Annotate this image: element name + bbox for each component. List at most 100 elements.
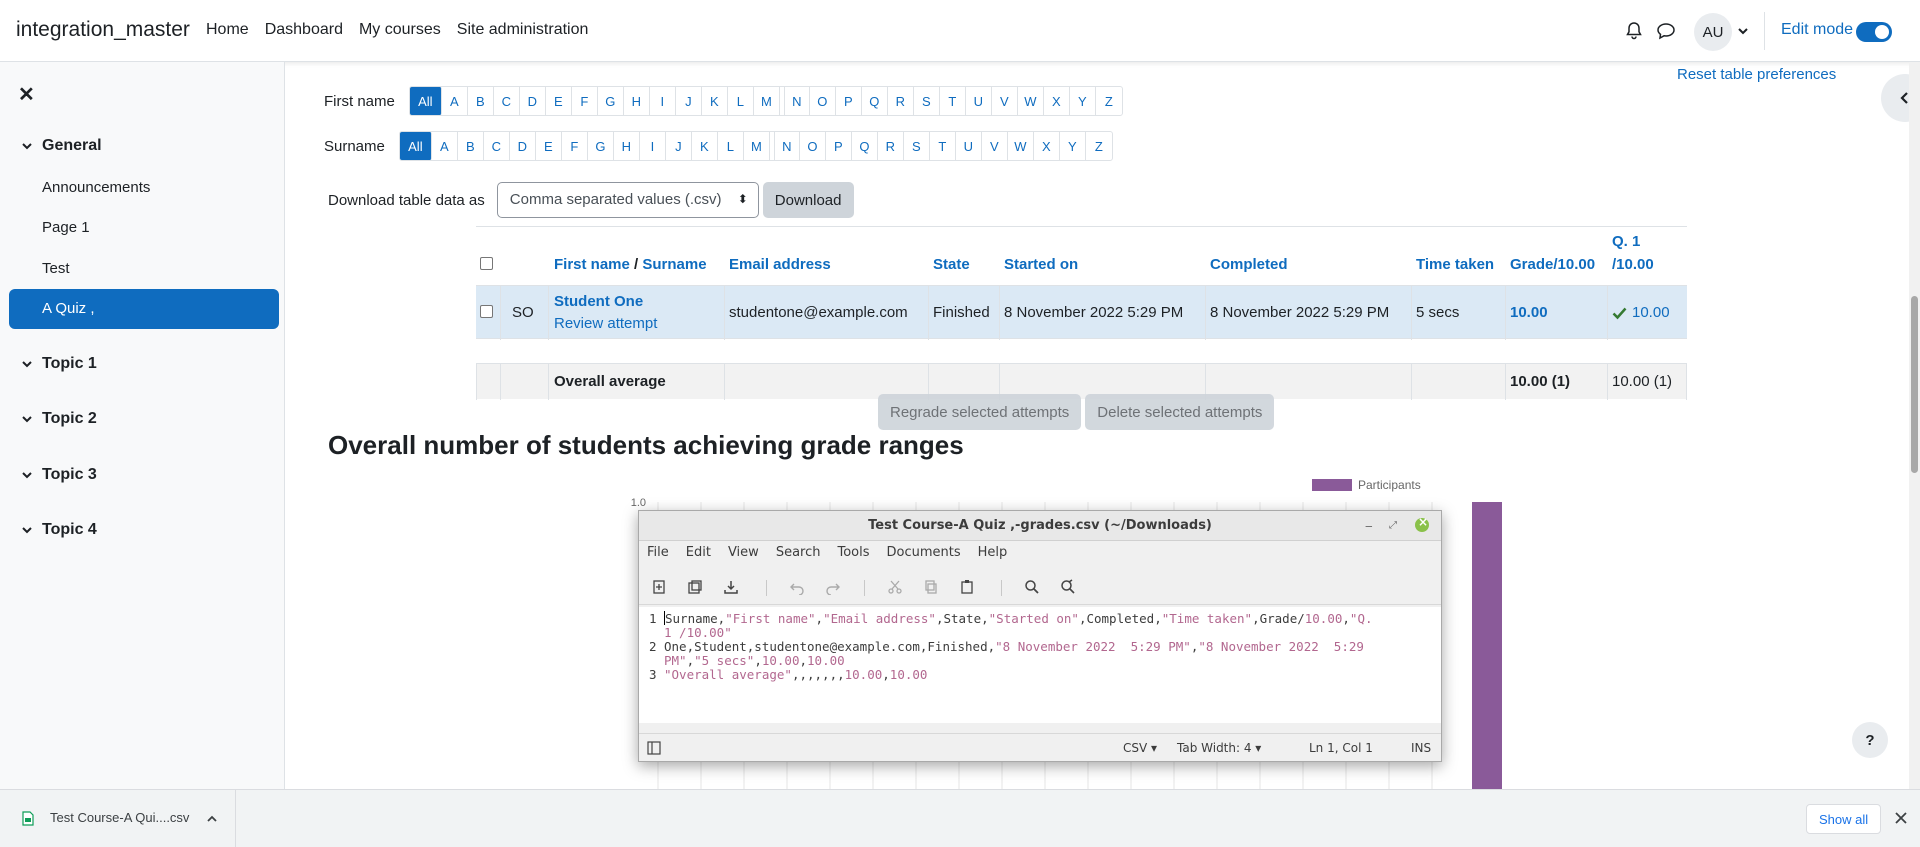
user-avatar[interactable]: AU	[1694, 13, 1732, 51]
language-selector[interactable]: CSV ▾	[1123, 741, 1157, 755]
surname-initial-d[interactable]: D	[510, 132, 536, 160]
delete-selected-button[interactable]: Delete selected attempts	[1085, 394, 1275, 430]
header-email[interactable]: Email address	[729, 256, 831, 273]
redo-icon[interactable]	[825, 579, 841, 595]
section-general[interactable]: General	[20, 137, 102, 155]
minimize-icon[interactable]: ‒	[1365, 519, 1373, 533]
first-name-initial-k[interactable]: K	[702, 87, 728, 115]
section-topic-3[interactable]: Topic 3	[20, 466, 97, 484]
menu-search[interactable]: Search	[776, 545, 821, 560]
editor-text-area[interactable]: 1 Surname,"First name","Email address",S…	[639, 607, 1441, 723]
page-scrollbar[interactable]	[1909, 62, 1920, 789]
first-name-initial-all[interactable]: All	[409, 87, 442, 115]
first-name-initial-x[interactable]: X	[1044, 87, 1070, 115]
first-name-initial-l[interactable]: L	[728, 87, 754, 115]
surname-initial-e[interactable]: E	[536, 132, 562, 160]
drawer-item-test[interactable]: Test	[42, 260, 70, 277]
close-window-icon[interactable]	[1415, 515, 1429, 532]
header-q1-max[interactable]: /10.00	[1612, 256, 1654, 273]
first-name-initial-y[interactable]: Y	[1070, 87, 1096, 115]
surname-initial-w[interactable]: W	[1008, 132, 1034, 160]
surname-initial-y[interactable]: Y	[1060, 132, 1086, 160]
first-name-initial-v[interactable]: V	[992, 87, 1018, 115]
close-drawer-icon[interactable]: ✕	[18, 82, 35, 107]
drawer-item-page-1[interactable]: Page 1	[42, 219, 90, 236]
drawer-item-a-quiz-active[interactable]: A Quiz ,	[9, 289, 279, 329]
surname-initial-a[interactable]: A	[432, 132, 458, 160]
first-name-initial-i[interactable]: I	[650, 87, 676, 115]
download-item[interactable]: Test Course-A Qui....csv	[0, 790, 236, 847]
first-name-initial-d[interactable]: D	[520, 87, 546, 115]
notifications-bell-icon[interactable]	[1624, 21, 1644, 41]
section-topic-1[interactable]: Topic 1	[20, 355, 97, 373]
menu-edit[interactable]: Edit	[686, 545, 711, 560]
tab-width-selector[interactable]: Tab Width: 4 ▾	[1177, 741, 1261, 755]
chevron-down-icon[interactable]	[1736, 24, 1750, 38]
first-name-initial-j[interactable]: J	[676, 87, 702, 115]
menu-documents[interactable]: Documents	[887, 545, 961, 560]
surname-initial-h[interactable]: H	[614, 132, 640, 160]
nav-home[interactable]: Home	[206, 21, 249, 39]
header-state[interactable]: State	[933, 256, 970, 273]
first-name-initial-f[interactable]: F	[572, 87, 598, 115]
menu-help[interactable]: Help	[978, 545, 1008, 560]
first-name-initial-s[interactable]: S	[914, 87, 940, 115]
cut-icon[interactable]	[887, 579, 903, 595]
maximize-icon[interactable]: ⤢	[1389, 520, 1397, 531]
first-name-initial-e[interactable]: E	[546, 87, 572, 115]
section-topic-2[interactable]: Topic 2	[20, 410, 97, 428]
surname-initial-v[interactable]: V	[982, 132, 1008, 160]
first-name-initial-t[interactable]: T	[940, 87, 966, 115]
drawer-item-announcements[interactable]: Announcements	[42, 179, 150, 196]
surname-initial-c[interactable]: C	[484, 132, 510, 160]
messages-icon[interactable]	[1656, 21, 1676, 41]
surname-initial-n[interactable]: N	[773, 132, 800, 160]
undo-icon[interactable]	[789, 579, 805, 595]
reset-table-preferences-link[interactable]: Reset table preferences	[1677, 66, 1836, 83]
surname-initial-o[interactable]: O	[800, 132, 826, 160]
first-name-initial-u[interactable]: U	[966, 87, 992, 115]
surname-initial-m[interactable]: M	[744, 132, 770, 160]
chevron-up-icon[interactable]	[205, 812, 219, 826]
help-button[interactable]: ?	[1852, 722, 1888, 758]
header-time-taken[interactable]: Time taken	[1416, 256, 1494, 273]
menu-tools[interactable]: Tools	[837, 545, 869, 560]
surname-initial-r[interactable]: R	[878, 132, 904, 160]
header-started-on[interactable]: Started on	[1004, 256, 1078, 273]
nav-dashboard[interactable]: Dashboard	[265, 21, 343, 39]
close-icon[interactable]	[1893, 810, 1909, 826]
header-q1[interactable]: Q. 1	[1612, 233, 1640, 250]
find-icon[interactable]	[1024, 579, 1040, 595]
site-name[interactable]: integration_master	[16, 18, 190, 42]
side-panel-icon[interactable]	[647, 741, 661, 755]
surname-initial-i[interactable]: I	[640, 132, 666, 160]
surname-initial-k[interactable]: K	[692, 132, 718, 160]
edit-mode-toggle[interactable]	[1856, 22, 1892, 42]
first-name-initial-z[interactable]: Z	[1096, 87, 1122, 115]
find-replace-icon[interactable]	[1060, 579, 1076, 595]
surname-initial-g[interactable]: G	[588, 132, 614, 160]
cell-grade-link[interactable]: 10.00	[1510, 304, 1548, 321]
first-name-initial-r[interactable]: R	[888, 87, 914, 115]
first-name-initial-q[interactable]: Q	[862, 87, 888, 115]
surname-initial-f[interactable]: F	[562, 132, 588, 160]
first-name-initial-o[interactable]: O	[810, 87, 836, 115]
open-document-icon[interactable]	[687, 579, 703, 595]
review-attempt-link[interactable]: Review attempt	[554, 315, 657, 332]
first-name-initial-h[interactable]: H	[624, 87, 650, 115]
surname-initial-z[interactable]: Z	[1086, 132, 1112, 160]
new-document-icon[interactable]	[651, 579, 667, 595]
header-grade[interactable]: Grade/10.00	[1510, 256, 1595, 273]
regrade-selected-button[interactable]: Regrade selected attempts	[878, 394, 1082, 430]
select-all-checkbox[interactable]	[480, 257, 493, 270]
nav-my-courses[interactable]: My courses	[359, 21, 441, 39]
menu-view[interactable]: View	[728, 545, 759, 560]
first-name-initial-b[interactable]: B	[468, 87, 494, 115]
paste-icon[interactable]	[959, 579, 975, 595]
show-all-downloads-button[interactable]: Show all	[1806, 804, 1882, 834]
save-icon[interactable]	[723, 579, 739, 595]
surname-initial-u[interactable]: U	[956, 132, 982, 160]
copy-icon[interactable]	[923, 579, 939, 595]
surname-initial-s[interactable]: S	[904, 132, 930, 160]
surname-initial-j[interactable]: J	[666, 132, 692, 160]
